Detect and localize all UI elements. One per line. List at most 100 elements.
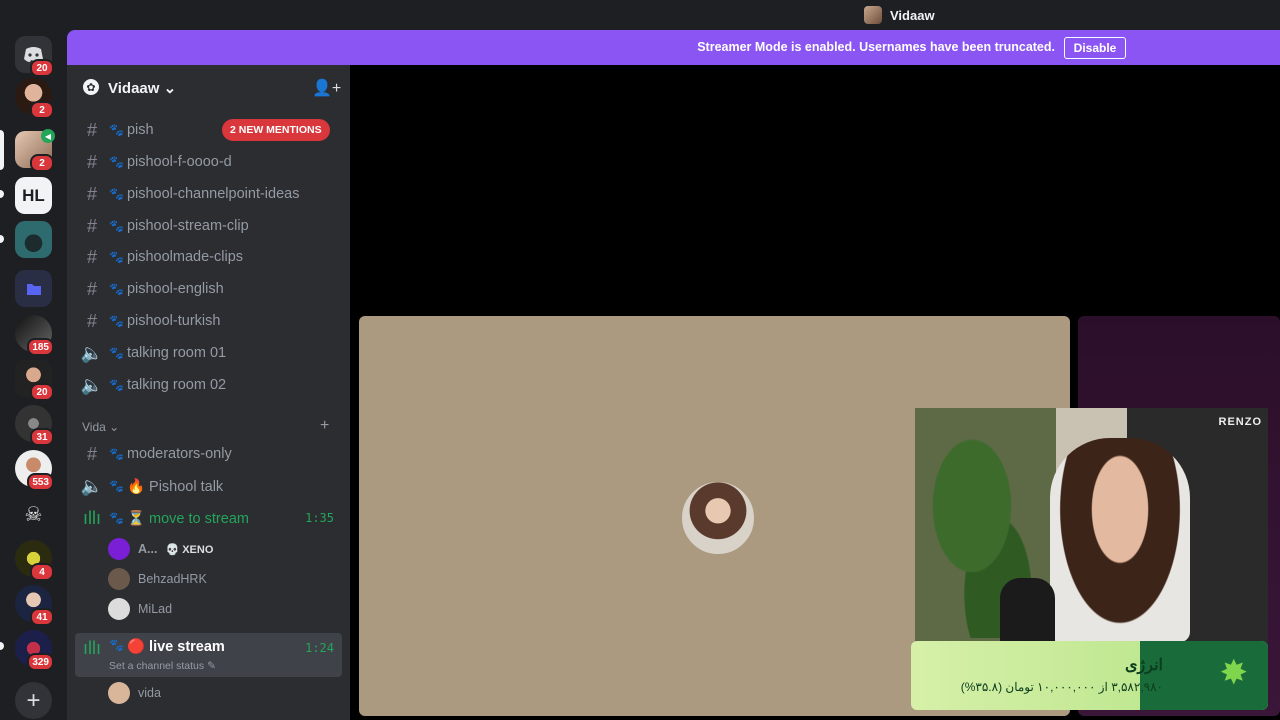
titlebar-user: Vidaaw <box>864 6 935 24</box>
hash-icon: # <box>86 278 97 299</box>
folder-icon <box>26 283 41 295</box>
energy-title: انرژی <box>1125 657 1163 674</box>
speaker-icon: 🔈 <box>80 374 104 395</box>
channel-item[interactable]: # 🐾 moderators-only <box>75 439 342 469</box>
chair-brand: RENZO <box>1218 416 1262 428</box>
channel-item[interactable]: # 🐾 pishoolmade-clips <box>75 242 342 272</box>
direct-messages-button[interactable]: 20 <box>15 36 54 77</box>
chevron-down-icon: ⌄ <box>163 80 177 97</box>
user-avatar <box>864 6 882 24</box>
pencil-icon: ✎ <box>207 660 216 672</box>
hash-icon: # <box>86 215 97 236</box>
speaker-icon: 🔈 <box>80 342 104 363</box>
channel-item[interactable]: # 🐾 pishool-channelpoint-ideas <box>75 179 342 209</box>
speaker-icon: 🔈 <box>80 475 104 496</box>
paw-icon: 🐾 <box>109 378 124 392</box>
unread-pill <box>0 642 4 650</box>
participant-avatar <box>679 479 757 557</box>
hash-icon: # <box>86 119 97 140</box>
voice-member[interactable]: BehzadHRK <box>108 566 207 592</box>
badge: 2 <box>30 154 54 172</box>
paw-icon: 🐾 <box>109 447 124 461</box>
paw-icon: 🐾 <box>109 346 124 360</box>
badge: 20 <box>30 59 54 77</box>
voice-channel-move-to-stream[interactable]: ıllı 🐾 ⏳ move to stream 1:35 <box>75 503 342 533</box>
server-rail: 20 2 ◀ 2 HL 185 20 31 553 ☠ 4 41 329 + <box>0 30 67 720</box>
paw-icon: 🐾 <box>109 219 124 233</box>
server-skull[interactable]: ☠ <box>15 496 52 533</box>
channel-item[interactable]: # 🐾 pishool-f-oooo-d <box>75 147 342 177</box>
voice-activity-icon: ıllı <box>83 638 101 658</box>
hash-icon: # <box>86 183 97 204</box>
invite-people-icon[interactable]: 👤+ <box>312 78 341 98</box>
selected-server-pill <box>0 130 4 170</box>
badge: 41 <box>30 608 54 626</box>
category-vida[interactable]: Vida ⌄ <box>82 420 119 434</box>
clan-tag: 💀 XENO <box>165 543 214 556</box>
server-avatar-2[interactable]: 185 <box>15 315 54 356</box>
chevron-down-icon: ⌄ <box>109 420 120 434</box>
voice-channel-item[interactable]: 🔈 🐾 🔥 Pishool talk <box>75 471 342 501</box>
hash-icon: # <box>86 246 97 267</box>
paw-icon: 🐾 <box>109 250 124 264</box>
server-avatar-8[interactable]: 329 <box>15 630 54 671</box>
server-avatar-4[interactable]: 31 <box>15 405 54 446</box>
voice-member[interactable]: A... 💀 XENO <box>108 536 213 562</box>
disable-streamer-mode-button[interactable]: Disable <box>1064 37 1126 59</box>
add-server-button[interactable]: + <box>15 682 52 719</box>
new-mentions-pill[interactable]: 2 NEW MENTIONS <box>222 119 330 141</box>
server-folder[interactable] <box>15 270 52 307</box>
banner-message: Streamer Mode is enabled. Usernames have… <box>697 40 1055 54</box>
hash-icon: # <box>86 310 97 331</box>
energy-leaf-icon: ✸ <box>1219 654 1249 692</box>
server-avatar-6[interactable]: 4 <box>15 540 54 581</box>
paw-icon: 🐾 <box>109 511 124 525</box>
badge: 2 <box>30 101 54 119</box>
badge: 329 <box>27 653 54 671</box>
unread-pill <box>0 235 4 243</box>
avatar <box>108 538 130 560</box>
paw-icon: 🐾 <box>109 479 124 493</box>
avatar <box>108 682 130 704</box>
paw-icon: 🐾 <box>109 282 124 296</box>
hash-icon: # <box>86 151 97 172</box>
hash-icon: # <box>86 443 97 464</box>
server-avatar-3[interactable]: 20 <box>15 360 54 401</box>
guild-header[interactable]: ✿ Vidaaw ⌄ 👤+ <box>67 65 350 111</box>
paw-icon: 🐾 <box>109 638 124 652</box>
voice-channel-live-stream[interactable]: ıllı 🐾 🔴 live stream 1:24 Set a channel … <box>75 633 342 677</box>
server-hl[interactable]: HL <box>15 177 52 214</box>
server-avatar-5[interactable]: 553 <box>15 450 54 491</box>
server-hl-label: HL <box>22 185 45 205</box>
paw-icon: 🐾 <box>109 123 124 137</box>
badge: 20 <box>30 383 54 401</box>
badge: 553 <box>27 473 54 491</box>
voice-channel-item[interactable]: 🔈 🐾 talking room 01 <box>75 338 342 368</box>
voice-member[interactable]: vida <box>108 680 161 706</box>
voice-channel-item[interactable]: 🔈 🐾 talking room 02 <box>75 370 342 400</box>
badge: 31 <box>30 428 54 446</box>
server-avatar-dark[interactable] <box>15 221 52 258</box>
energy-donation-widget: ✸ انرژی ۳,۵۸۲,۹۸۰ از ۱۰,۰۰۰,۰۰۰ تومان (۳… <box>911 641 1268 710</box>
create-channel-icon[interactable]: + <box>320 417 329 435</box>
set-channel-status[interactable]: Set a channel status ✎ <box>109 660 216 672</box>
avatar <box>108 598 130 620</box>
channel-sidebar: ✿ Vidaaw ⌄ 👤+ # 🐾 pish 2 NEW MENTIONS # 🐾 pi… <box>67 65 350 720</box>
voice-member[interactable]: MiLad <box>108 596 172 622</box>
paw-icon: 🐾 <box>109 155 124 169</box>
webcam-overlay: RENZO <box>915 408 1268 642</box>
microphone <box>1000 578 1055 642</box>
voice-duration: 1:24 <box>305 641 334 655</box>
guild-name: Vidaaw ⌄ <box>108 80 177 97</box>
channel-item[interactable]: # 🐾 pishool-stream-clip <box>75 211 342 241</box>
server-avatar-1[interactable]: 2 <box>15 78 54 119</box>
avatar <box>108 568 130 590</box>
paw-icon: 🐾 <box>109 187 124 201</box>
streamer-mode-banner: Streamer Mode is enabled. Usernames have… <box>67 30 1280 65</box>
energy-detail: ۳,۵۸۲,۹۸۰ از ۱۰,۰۰۰,۰۰۰ تومان (۳۵.۸%) <box>960 680 1163 694</box>
server-avatar-7[interactable]: 41 <box>15 585 54 626</box>
skull-icon: ☠ <box>24 504 43 526</box>
server-avatar-vidaaw[interactable]: ◀ 2 <box>15 129 55 172</box>
channel-item[interactable]: # 🐾 pishool-english <box>75 274 342 304</box>
channel-item[interactable]: # 🐾 pishool-turkish <box>75 306 342 336</box>
